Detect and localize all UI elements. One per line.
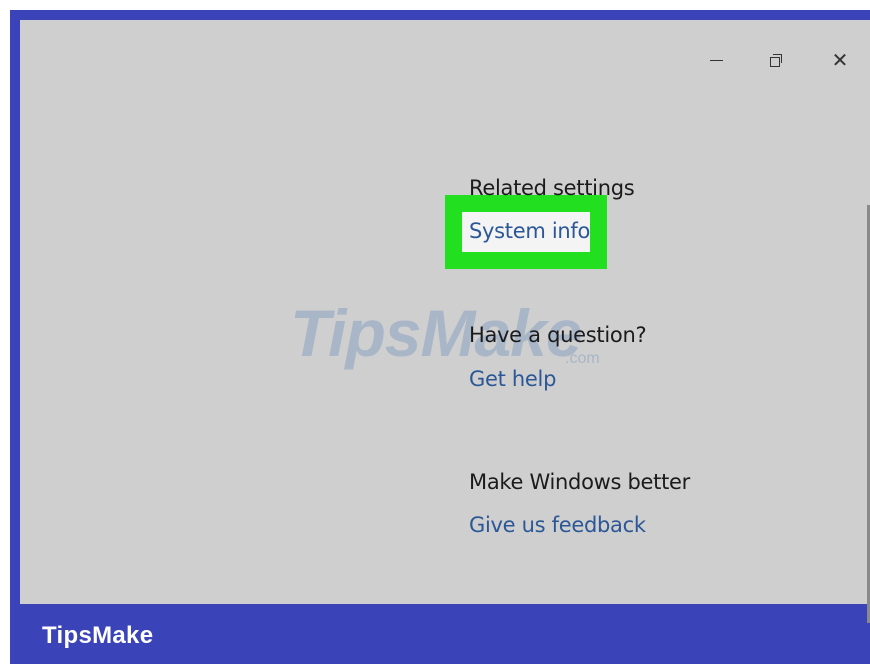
footer-brand: TipsMake [42,622,154,649]
have-a-question-heading: Have a question? [469,323,647,347]
watermark-suffix: .com [565,350,600,367]
get-help-link[interactable]: Get help [469,367,556,391]
system-info-link[interactable]: System info [469,219,590,243]
make-windows-better-heading: Make Windows better [469,470,690,494]
restore-icon [770,54,782,67]
close-button[interactable]: ✕ [820,42,860,78]
restore-button[interactable] [756,42,796,78]
minimize-icon [709,59,723,61]
close-icon: ✕ [831,48,849,72]
minimize-button[interactable] [696,42,736,78]
related-settings-heading: Related settings [469,176,635,200]
give-us-feedback-link[interactable]: Give us feedback [469,513,646,537]
